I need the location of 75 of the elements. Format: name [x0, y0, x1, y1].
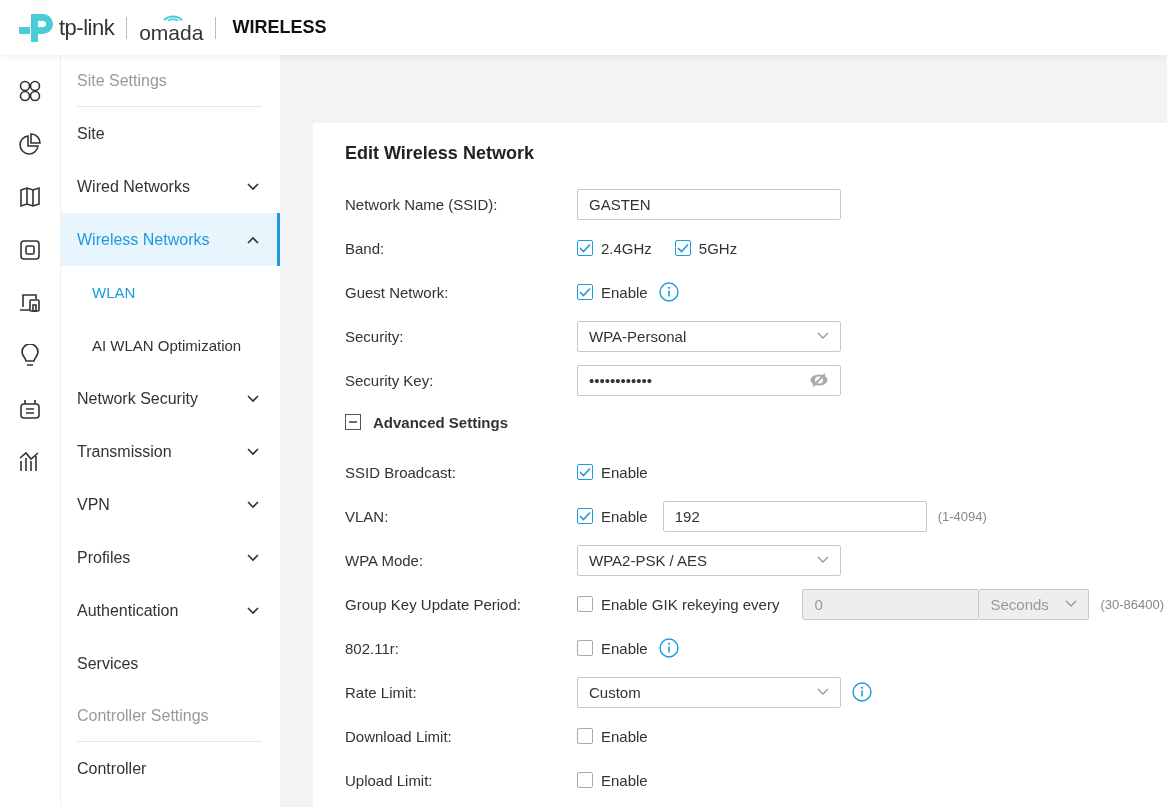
field-label: Upload Limit: [345, 771, 434, 789]
checkmark-icon [579, 467, 591, 477]
text-field[interactable]: 192 [662, 500, 927, 532]
field-label: Security Key: [345, 371, 435, 389]
checkbox[interactable]: Enable GIK rekeying every [577, 595, 780, 613]
field-label: Rate Limit: [345, 683, 418, 701]
wifi-icon [162, 12, 185, 21]
devices-icon[interactable] [18, 291, 42, 315]
map-icon[interactable] [18, 185, 42, 209]
nav-item[interactable]: Network Security [61, 372, 280, 425]
chevron-icon [817, 556, 829, 564]
chevron-icon [247, 182, 259, 191]
checkbox[interactable]: 5GHz [674, 239, 738, 257]
field-label: SSID Broadcast: [345, 463, 457, 481]
page-title: WIRELESS [232, 17, 327, 38]
dropdown[interactable]: WPA-Personal [577, 320, 841, 352]
dropdown[interactable]: WPA2-PSK / AES [577, 544, 841, 576]
checkmark-icon [676, 243, 689, 253]
field-label: Download Limit: [345, 727, 453, 745]
nav-item[interactable]: VPN [61, 478, 280, 531]
checkmark-icon [579, 287, 591, 297]
info-icon[interactable] [852, 682, 872, 702]
checkmark-icon [579, 243, 591, 253]
range-hint: (30-86400) [1100, 596, 1165, 612]
section-toggle-label[interactable]: Advanced Settings [373, 413, 509, 431]
checkbox[interactable]: Enable [577, 283, 648, 301]
field-label: Security: [345, 327, 405, 345]
chevron-icon [247, 394, 259, 403]
checkmark-icon [579, 511, 591, 521]
checkbox[interactable]: Enable [577, 507, 648, 525]
product-name: omada [139, 22, 204, 43]
chevron-icon [817, 332, 829, 340]
nav-subitem[interactable]: AI WLAN Optimization [61, 319, 280, 372]
field-label: Guest Network: [345, 283, 450, 301]
chevron-icon [817, 688, 829, 696]
nav-section-heading: Site Settings [76, 71, 168, 90]
checkbox[interactable]: Enable [577, 771, 648, 789]
field-label: 802.11r: [345, 639, 400, 657]
device-icon[interactable] [18, 238, 42, 262]
field-label: WPA Mode: [345, 551, 425, 569]
chevron-icon [1065, 600, 1078, 608]
field-label: Group Key Update Period: [345, 595, 522, 613]
dashboard-icon[interactable] [18, 79, 42, 103]
nav-item[interactable]: Transmission [61, 425, 280, 478]
chevron-icon [247, 235, 259, 244]
collapse-icon[interactable] [345, 414, 361, 430]
chevron-icon [247, 606, 259, 615]
nav-section-heading: Controller Settings [76, 706, 210, 725]
checkbox[interactable]: Enable [577, 463, 648, 481]
form-title: Edit Wireless Network [345, 143, 535, 164]
range-hint: (1-4094) [937, 508, 987, 524]
nav-item[interactable]: Controller [61, 742, 280, 795]
nav-item[interactable]: Profiles [61, 531, 280, 584]
nav-item[interactable]: Wired Networks [61, 160, 280, 213]
text-field[interactable]: GASTEN [577, 188, 841, 220]
nav-item[interactable]: Services [61, 637, 280, 690]
pie-chart-icon[interactable] [18, 132, 42, 156]
checkbox[interactable]: 2.4GHz [577, 239, 652, 257]
tv-icon[interactable] [18, 397, 42, 421]
chevron-icon [247, 500, 259, 509]
chevron-icon [247, 447, 259, 456]
field-label: Network Name (SSID): [345, 195, 499, 213]
checkbox[interactable]: Enable [577, 639, 648, 657]
password-field[interactable]: •••••••••••• [577, 364, 841, 396]
info-icon[interactable] [658, 638, 679, 658]
info-icon[interactable] [658, 282, 679, 302]
lightbulb-icon[interactable] [18, 344, 42, 368]
nav-item[interactable]: Site [61, 107, 280, 160]
chevron-icon [247, 553, 259, 562]
field-label: VLAN: [345, 507, 390, 525]
brand-name: tp-link [59, 14, 115, 41]
nav-item[interactable]: Authentication [61, 584, 280, 637]
checkbox[interactable]: Enable [577, 727, 648, 745]
field-label: Band: [345, 239, 386, 257]
dropdown[interactable]: Custom [577, 676, 841, 708]
